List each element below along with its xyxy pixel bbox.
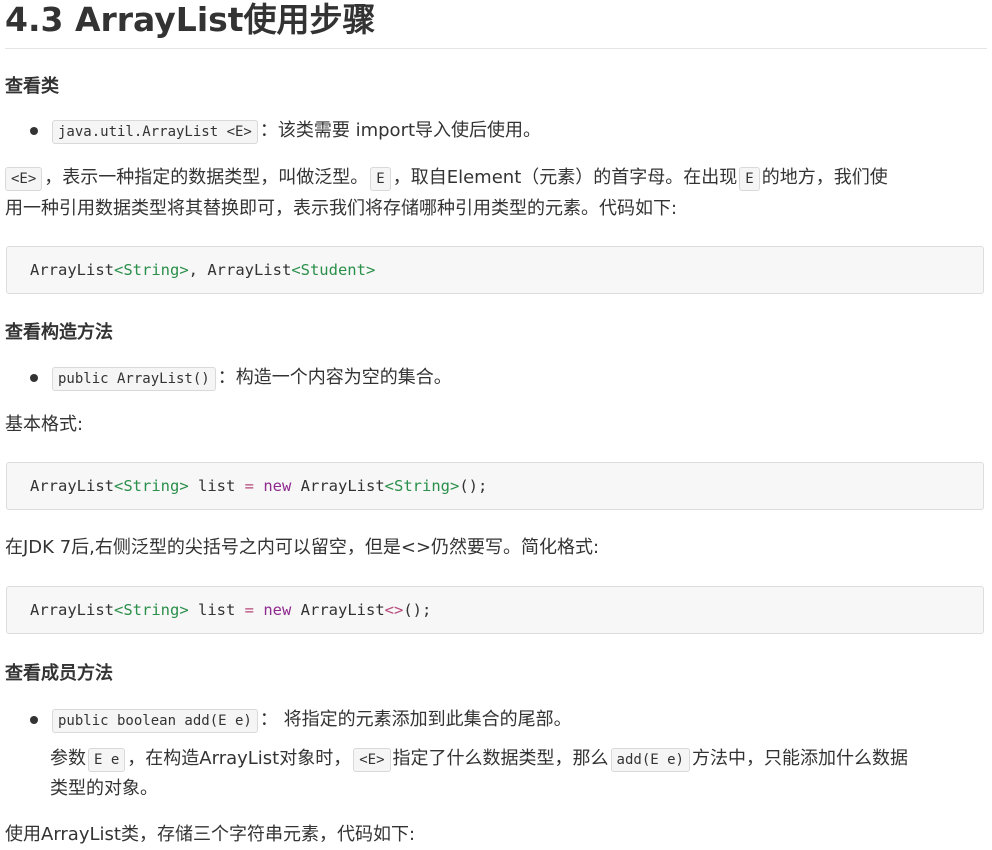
paragraph-text: ，在构造ArrayList对象时，	[127, 748, 352, 769]
param-line2: 类型的对象。	[50, 778, 158, 799]
code-token: list	[188, 601, 245, 619]
paragraph-text: 方法中，只能添加什么数据	[691, 748, 908, 769]
inline-code-add-method: public boolean add(E e)	[52, 709, 258, 733]
format-label: 基本格式:	[5, 414, 84, 435]
code-generic-token: <String>	[114, 601, 189, 619]
title-divider	[5, 48, 987, 49]
add-method-text: ： 将指定的元素添加到此集合的尾部。	[259, 709, 572, 730]
constructor-bullet-text: ：构造一个内容为空的集合。	[217, 367, 452, 388]
add-method-bullet-line: public boolean add(E e)： 将指定的元素添加到此集合的尾部…	[50, 705, 572, 736]
constructor-bullet-line: public ArrayList() ：构造一个内容为空的集合。	[50, 363, 452, 394]
code-token: ArrayList	[30, 261, 114, 279]
final-paragraph: 使用ArrayList类，存储三个字符串元素，代码如下:	[5, 824, 416, 845]
code-operator: =	[244, 477, 254, 495]
code-block-simplified-format: ArrayList<String> list = new ArrayList<>…	[6, 586, 984, 634]
inline-code-constructor: public ArrayList()	[52, 367, 216, 391]
code-line: ArrayList<String>, ArrayList<Student>	[30, 261, 375, 279]
code-block-basic-format: ArrayList<String> list = new ArrayList<S…	[6, 462, 984, 510]
inline-code-e: E	[739, 167, 760, 191]
code-token: ();	[403, 601, 432, 619]
code-token: , ArrayList	[188, 261, 292, 279]
bullet-dot	[30, 127, 38, 135]
generic-paragraph-line2: 用一种引用数据类型将其替换即可，表示我们将存储哪种引用类型的元素。代码如下:	[5, 198, 678, 219]
paragraph-text: 指定了什么数据类型，那么	[392, 748, 609, 769]
inline-code-class-name: java.util.ArrayList <E>	[52, 120, 258, 144]
section-heading-constructor: 查看构造方法	[5, 322, 113, 343]
code-generic-token: <Student>	[291, 261, 376, 279]
code-block-generic-example: ArrayList<String>, ArrayList<Student>	[6, 246, 984, 294]
code-generic-token: <String>	[114, 261, 189, 279]
paragraph-text: ，取自Element（元素）的首字母。在出现	[392, 167, 738, 188]
bullet-dot	[30, 374, 38, 382]
section-heading-methods: 查看成员方法	[5, 663, 113, 684]
page-title: 4.3 ArrayList使用步骤	[5, 0, 376, 39]
inline-code-param: E e	[88, 748, 126, 772]
inline-code-add-call: add(E e)	[610, 748, 690, 772]
code-line: ArrayList<String> list = new ArrayList<S…	[30, 477, 487, 495]
code-generic-token: <String>	[114, 477, 189, 495]
param-line1: 参数 E e ，在构造ArrayList对象时， <E> 指定了什么数据类型，那么 add…	[50, 744, 908, 775]
inline-code-generic: <E>	[5, 167, 43, 191]
inline-code-generic: <E>	[353, 748, 391, 772]
paragraph-text: 的地方，我们使	[761, 167, 888, 188]
code-keyword: new	[263, 477, 292, 495]
code-token: ();	[459, 477, 488, 495]
code-token: ArrayList	[291, 477, 385, 495]
paragraph-text: ，表示一种指定的数据类型，叫做泛型。	[44, 167, 369, 188]
generic-paragraph-line1: <E> ，表示一种指定的数据类型，叫做泛型。 E ，取自Element（元素）的首字母…	[5, 163, 888, 194]
document-page: 4.3 ArrayList使用步骤 查看类 java.util.ArrayLis…	[0, 0, 992, 850]
code-operator: =	[244, 601, 254, 619]
bullet-dot	[30, 716, 38, 724]
code-token: ArrayList	[291, 601, 385, 619]
code-keyword: new	[263, 601, 292, 619]
code-diamond-token: <>	[384, 601, 404, 619]
code-line: ArrayList<String> list = new ArrayList<>…	[30, 601, 431, 619]
code-generic-token: <String>	[384, 477, 460, 495]
inline-code-e: E	[370, 167, 391, 191]
code-token: ArrayList	[30, 601, 114, 619]
code-token: list	[188, 477, 245, 495]
section-heading-class: 查看类	[5, 76, 59, 97]
class-bullet-line: java.util.ArrayList <E> ：该类需要 import导入使后使…	[50, 116, 541, 147]
class-bullet-text: ：该类需要 import导入使后使用。	[259, 120, 542, 141]
jdk7-note: 在JDK 7后,右侧泛型的尖括号之内可以留空，但是<>仍然要写。简化格式:	[5, 537, 600, 558]
code-token: ArrayList	[30, 477, 114, 495]
paragraph-text: 参数	[50, 748, 86, 769]
